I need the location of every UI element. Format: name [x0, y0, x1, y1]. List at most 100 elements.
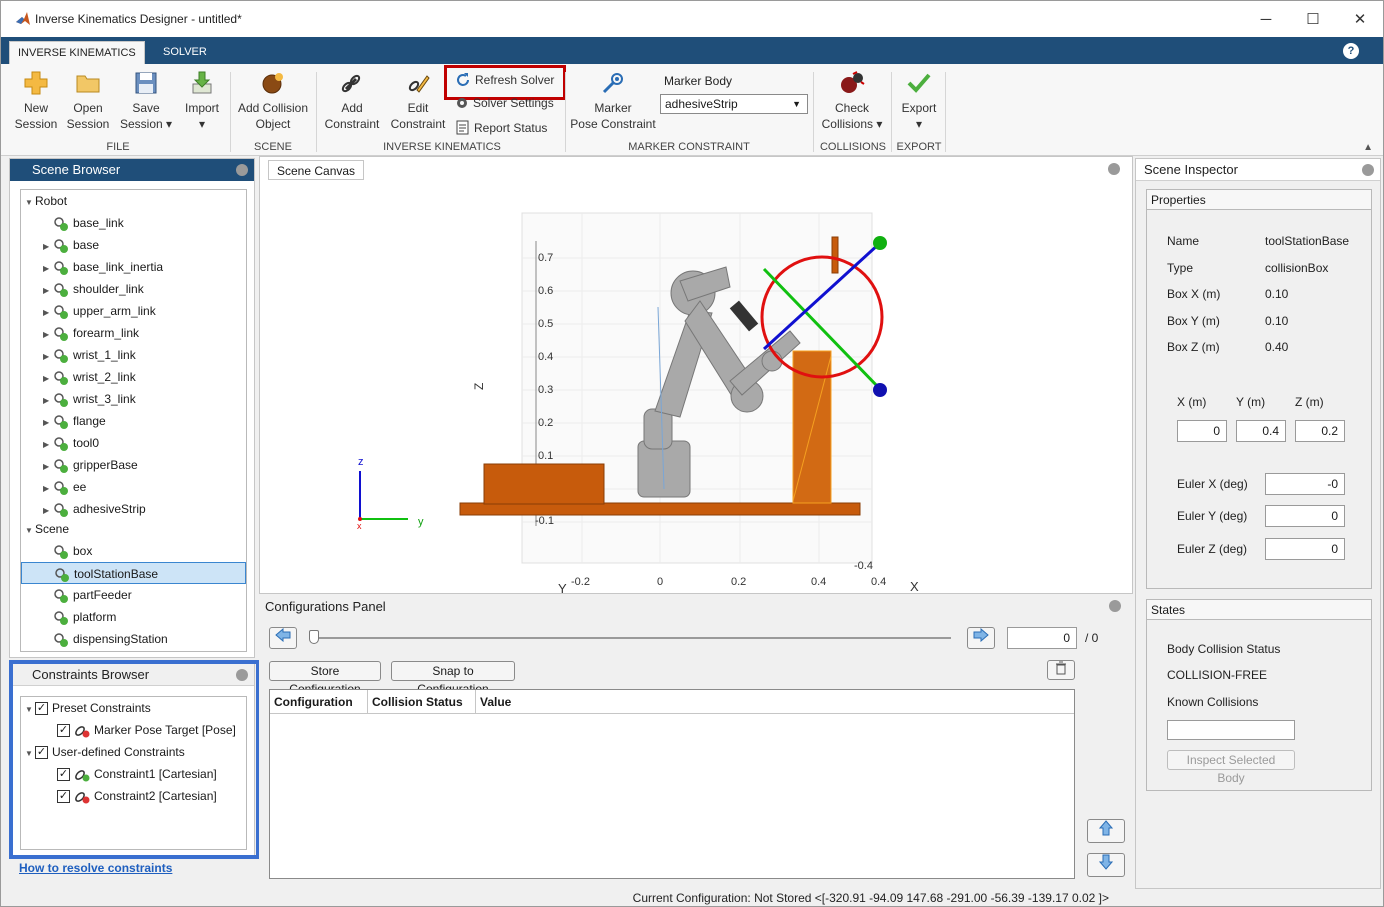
tree-node-label: dispensingStation: [73, 632, 168, 646]
tab-inverse-kinematics[interactable]: INVERSE KINEMATICS: [9, 41, 145, 64]
close-button[interactable]: ✕: [1337, 1, 1383, 37]
tree-node-flange[interactable]: ▶ flange: [43, 410, 106, 432]
collapse-toolstrip-icon[interactable]: ▲: [1363, 142, 1373, 153]
position-x-input[interactable]: 0: [1177, 420, 1227, 442]
tree-node-box[interactable]: box: [43, 540, 92, 562]
marker-pose-constraint-button[interactable]: Marker Pose Constraint: [569, 70, 657, 132]
add-collision-object-button[interactable]: Add Collision Object: [235, 70, 311, 132]
position-z-input[interactable]: 0.2: [1295, 420, 1345, 442]
tree-node-platform[interactable]: platform: [43, 606, 116, 628]
configurations-panel: Configurations Panel 0 / 0 Store Configu…: [259, 595, 1133, 889]
import-button[interactable]: Import ▾: [179, 70, 225, 132]
panel-options-icon[interactable]: [1362, 164, 1374, 176]
expand-icon[interactable]: ▶: [43, 456, 53, 478]
expand-icon[interactable]: ▶: [43, 302, 53, 324]
tree-node-toolstationbase[interactable]: toolStationBase: [21, 562, 246, 584]
move-up-button[interactable]: [1087, 819, 1125, 843]
edit-constraint-button[interactable]: Edit Constraint: [386, 70, 450, 132]
edit-constraint-label-2: Constraint: [390, 117, 446, 131]
tree-node-adhesivestrip[interactable]: ▶ adhesiveStrip: [43, 498, 146, 520]
open-session-label-2: Session: [66, 117, 110, 131]
tree-node-ee[interactable]: ▶ ee: [43, 476, 86, 498]
column-configuration[interactable]: Configuration: [270, 690, 368, 714]
config-index-input[interactable]: 0: [1007, 627, 1077, 649]
report-status-label: Report Status: [474, 120, 548, 135]
tab-scene-canvas[interactable]: Scene Canvas: [268, 160, 365, 180]
panel-options-icon[interactable]: [1108, 163, 1120, 175]
marker-pose-label-2: Pose Constraint: [570, 117, 656, 131]
euler-z-input[interactable]: 0: [1265, 538, 1345, 560]
z-tick-label: 0.3: [538, 384, 553, 396]
tree-node-label: upper_arm_link: [73, 304, 156, 318]
snap-to-configuration-button[interactable]: Snap to Configuration: [391, 661, 515, 696]
tree-node-dispensingstation[interactable]: dispensingStation: [43, 628, 168, 650]
tree-node-wrist-2-link[interactable]: ▶ wrist_2_link: [43, 366, 136, 388]
gear-icon: [457, 98, 467, 108]
scene-tree[interactable]: ▼ Robot base_link ▶ base ▶ base_link_inertia ▶…: [20, 189, 247, 652]
tree-node-tool0[interactable]: ▶ tool0: [43, 432, 99, 454]
marker-y-handle[interactable]: [873, 236, 887, 250]
new-session-button[interactable]: New Session: [9, 70, 63, 132]
expand-icon[interactable]: ▶: [43, 368, 53, 390]
tree-node-partfeeder[interactable]: partFeeder: [43, 584, 132, 606]
3d-scene-view[interactable]: 0.7 0.6 0.5 0.4 0.3 0.2 0.1 -0.1 Z -0.2 …: [260, 181, 1132, 593]
tree-node-base-link-inertia[interactable]: ▶ base_link_inertia: [43, 256, 163, 278]
help-icon[interactable]: ?: [1343, 43, 1359, 59]
expand-icon[interactable]: ▶: [43, 324, 53, 346]
tree-node-upper-arm-link[interactable]: ▶ upper_arm_link: [43, 300, 156, 322]
tree-node-base-link[interactable]: base_link: [43, 212, 124, 234]
solver-settings-button[interactable]: Solver Settings: [455, 98, 554, 110]
tree-node-scene[interactable]: ▼ Scene: [25, 518, 69, 540]
save-session-label-1: Save: [132, 101, 160, 115]
tree-node-base[interactable]: ▶ base: [43, 234, 99, 256]
tree-node-shoulder-link[interactable]: ▶ shoulder_link: [43, 278, 144, 300]
known-collisions-list[interactable]: [1167, 720, 1295, 740]
minimize-button[interactable]: ─: [1243, 1, 1289, 37]
check-collisions-button[interactable]: Check Collisions ▾: [817, 70, 887, 132]
column-collision-status[interactable]: Collision Status: [368, 690, 476, 714]
open-session-button[interactable]: Open Session: [63, 70, 113, 132]
save-session-button[interactable]: Save Session ▾: [117, 70, 175, 132]
euler-x-input[interactable]: -0: [1265, 473, 1345, 495]
expand-icon[interactable]: ▶: [43, 236, 53, 258]
report-status-button[interactable]: Report Status: [455, 120, 547, 135]
open-session-label-1: Open: [73, 101, 103, 115]
tree-node-robot[interactable]: ▼ Robot: [25, 190, 67, 212]
panel-options-icon[interactable]: [1109, 600, 1121, 612]
move-down-button[interactable]: [1087, 853, 1125, 877]
marker-body-dropdown[interactable]: adhesiveStrip ▼: [660, 94, 808, 114]
maximize-button[interactable]: ☐: [1290, 1, 1336, 37]
expand-icon[interactable]: ▶: [43, 390, 53, 412]
expand-icon[interactable]: ▶: [43, 280, 53, 302]
tree-node-forearm-link[interactable]: ▶ forearm_link: [43, 322, 139, 344]
panel-options-icon[interactable]: [236, 164, 248, 176]
marker-z-handle[interactable]: [873, 383, 887, 397]
store-configuration-button[interactable]: Store Configuration: [269, 661, 381, 696]
config-slider-thumb[interactable]: [309, 630, 319, 644]
add-constraint-button[interactable]: Add Constraint: [321, 70, 383, 132]
inspect-selected-body-button[interactable]: Inspect Selected Body: [1167, 750, 1295, 785]
matlab-logo-icon: [16, 12, 30, 25]
column-value[interactable]: Value: [476, 690, 576, 714]
config-slider-track[interactable]: [311, 637, 951, 639]
expand-icon[interactable]: ▶: [43, 258, 53, 280]
next-config-button[interactable]: [967, 627, 995, 649]
tab-solver[interactable]: SOLVER: [155, 41, 215, 64]
delete-configuration-button[interactable]: [1047, 660, 1075, 680]
euler-x-label: Euler X (deg): [1177, 477, 1248, 491]
export-button[interactable]: Export ▾: [895, 70, 943, 132]
position-y-input[interactable]: 0.4: [1236, 420, 1286, 442]
states-group: States Body Collision Status COLLISION-F…: [1146, 599, 1372, 791]
tree-node-wrist-1-link[interactable]: ▶ wrist_1_link: [43, 344, 136, 366]
expand-icon[interactable]: ▶: [43, 478, 53, 500]
previous-config-button[interactable]: [269, 627, 297, 649]
resolve-constraints-link[interactable]: How to resolve constraints: [19, 861, 172, 875]
expand-icon[interactable]: ▶: [43, 346, 53, 368]
expand-icon[interactable]: ▶: [43, 434, 53, 456]
euler-y-input[interactable]: 0: [1265, 505, 1345, 527]
configurations-table[interactable]: Configuration Collision Status Value: [269, 689, 1075, 879]
expand-icon[interactable]: ▶: [43, 412, 53, 434]
tree-node-wrist-3-link[interactable]: ▶ wrist_3_link: [43, 388, 136, 410]
tree-node-gripperbase[interactable]: ▶ gripperBase: [43, 454, 138, 476]
new-session-label-2: Session: [14, 117, 58, 131]
